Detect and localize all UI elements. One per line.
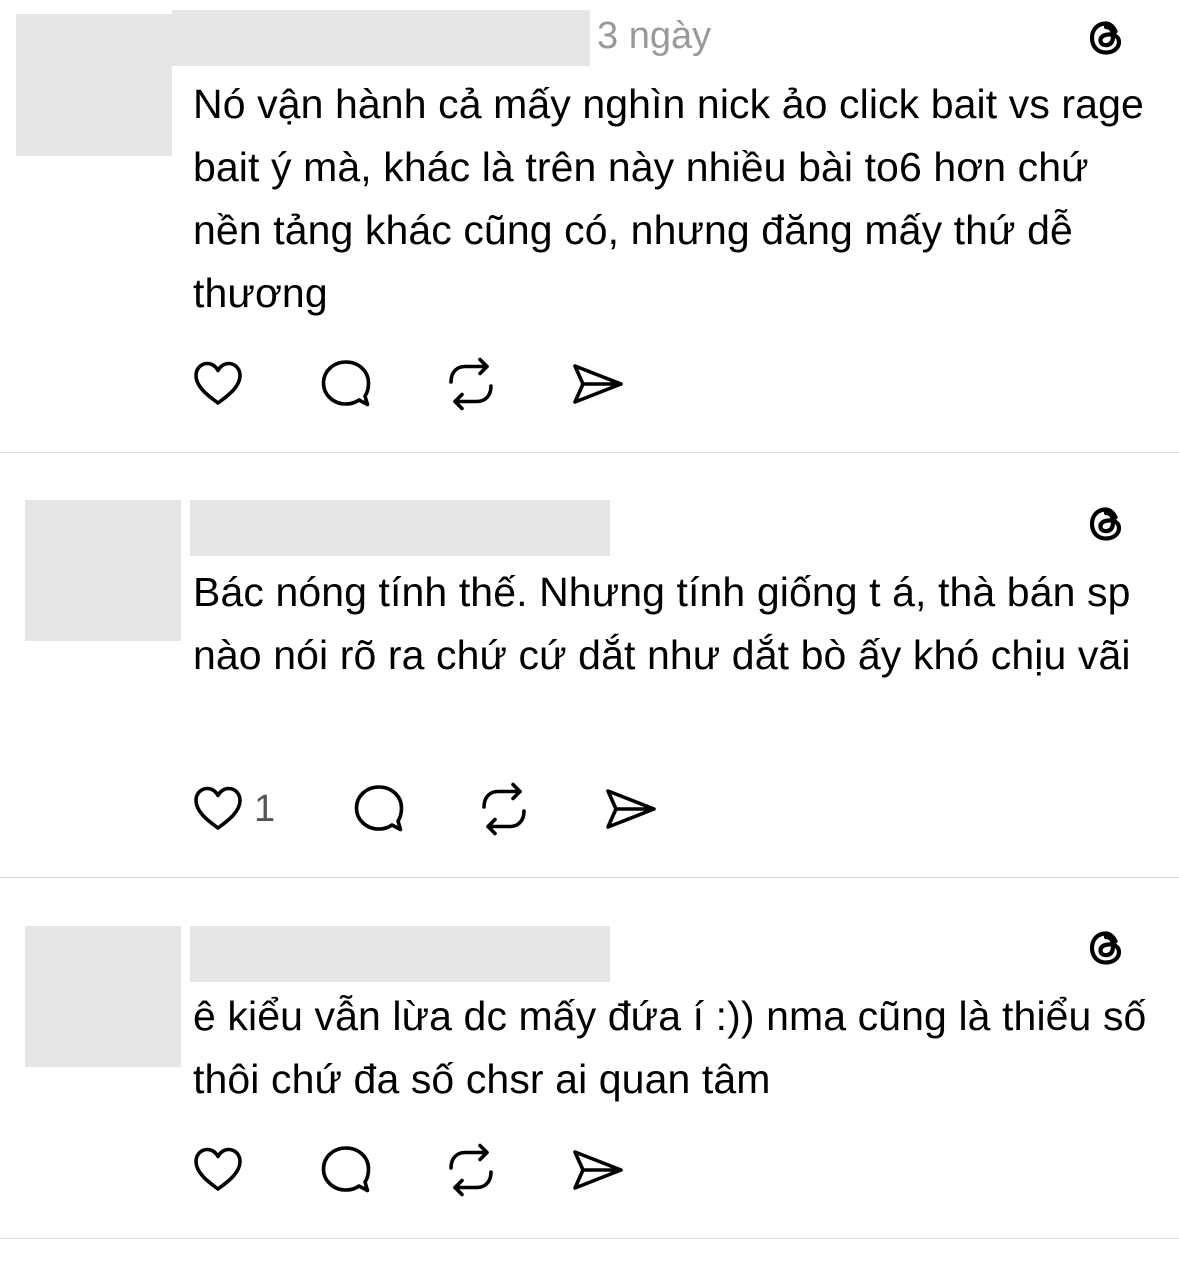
repost-button[interactable] (443, 356, 499, 412)
share-button[interactable] (569, 1142, 625, 1198)
share-button[interactable] (602, 781, 658, 837)
comment-bubble-icon (321, 360, 371, 407)
action-bar (190, 356, 625, 412)
avatar[interactable] (16, 14, 172, 156)
send-icon (606, 789, 656, 829)
repost-button[interactable] (443, 1142, 499, 1198)
comment-bubble-icon (321, 1146, 371, 1193)
post-2: Bác nóng tính thế. Nhưng tính giống t á,… (0, 453, 1179, 877)
like-button[interactable] (190, 356, 246, 412)
share-button[interactable] (569, 356, 625, 412)
reply-button[interactable] (318, 356, 374, 412)
repost-button[interactable] (476, 781, 532, 837)
post-timestamp: 3 ngày (597, 15, 712, 57)
post-1: 3 ngày Nó vận hành cả mấy nghìn nick ảo … (0, 0, 1179, 452)
threads-logo-icon[interactable] (1082, 924, 1130, 972)
username-redacted[interactable] (190, 500, 610, 556)
reply-button[interactable] (351, 781, 407, 837)
like-button[interactable]: 1 (190, 781, 275, 837)
comment-bubble-icon (354, 785, 404, 832)
avatar[interactable] (25, 926, 181, 1067)
heart-icon (194, 1147, 242, 1191)
repost-icon (449, 1143, 493, 1197)
post-divider (0, 1238, 1179, 1239)
heart-icon (194, 361, 242, 405)
send-icon (573, 364, 623, 404)
username-redacted[interactable] (190, 926, 610, 982)
post-3: ê kiểu vẫn lừa dc mấy đứa í :)) nma cũng… (0, 878, 1179, 1238)
threads-logo-icon[interactable] (1082, 14, 1130, 62)
action-bar: 1 (190, 781, 658, 837)
post-text: Bác nóng tính thế. Nhưng tính giống t á,… (193, 569, 1131, 678)
post-text: Nó vận hành cả mấy nghìn nick ảo click b… (193, 81, 1144, 316)
reply-button[interactable] (318, 1142, 374, 1198)
action-bar (190, 1142, 625, 1198)
repost-icon (482, 782, 526, 836)
threads-logo-icon[interactable] (1082, 500, 1130, 548)
like-count: 1 (254, 788, 276, 830)
repost-icon (449, 357, 493, 411)
username-redacted[interactable] (172, 10, 590, 66)
heart-icon (194, 786, 242, 830)
like-button[interactable] (190, 1142, 246, 1198)
post-text: ê kiểu vẫn lừa dc mấy đứa í :)) nma cũng… (193, 993, 1147, 1102)
send-icon (573, 1150, 623, 1190)
avatar[interactable] (25, 500, 181, 641)
